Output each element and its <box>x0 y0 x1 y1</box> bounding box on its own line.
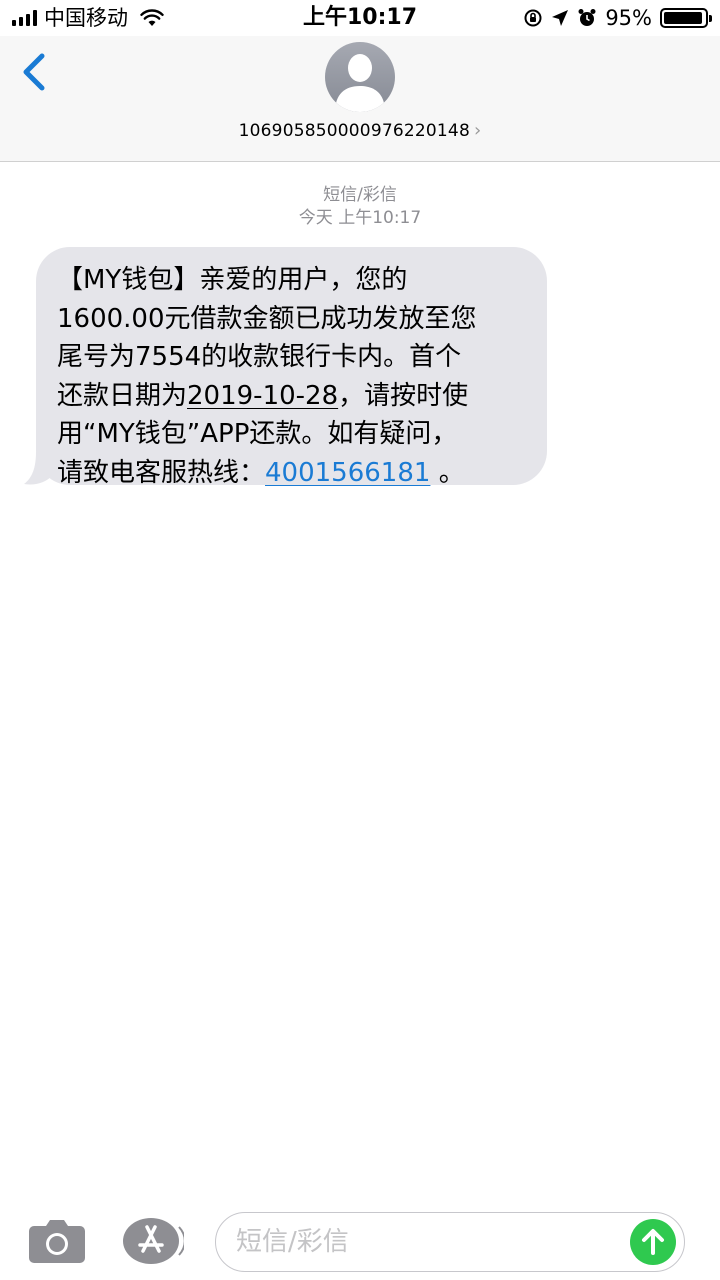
send-button[interactable] <box>630 1219 676 1265</box>
message-input[interactable]: 短信/彩信 <box>215 1212 685 1272</box>
conversation-header: 106905850000976220148 › <box>0 36 720 162</box>
message-text: 还款日期为 <box>57 380 188 411</box>
message-line: 还款日期为2019-10-28，请按时使 <box>57 377 527 416</box>
phone-number-link[interactable]: 4001566181 <box>265 458 430 488</box>
battery-percent: 95% <box>605 6 652 30</box>
contact-number-button[interactable]: 106905850000976220148 › <box>0 120 720 141</box>
app-store-icon[interactable] <box>122 1217 184 1265</box>
status-bar: 中国移动 上午10:17 95% <box>0 0 720 36</box>
alarm-clock-icon <box>578 9 596 26</box>
battery-icon <box>660 8 712 28</box>
chevron-left-icon[interactable] <box>14 50 54 94</box>
status-right: 95% <box>523 0 712 36</box>
message-line: 用“MY钱包”APP还款。如有疑问， <box>57 419 458 449</box>
message-type-label: 短信/彩信 <box>323 185 397 205</box>
location-arrow-icon <box>552 10 569 26</box>
message-line: 1600.00元借款金额已成功发放至您 <box>57 303 477 334</box>
camera-icon[interactable] <box>28 1218 86 1264</box>
message-text: 请致电客服热线： <box>57 457 266 488</box>
message-input-bar: 短信/彩信 <box>0 1200 720 1280</box>
orientation-lock-icon <box>524 9 542 27</box>
message-line: 【MY钱包】亲爱的用户，您的 <box>57 265 408 295</box>
date-link[interactable]: 2019-10-28 <box>187 381 338 411</box>
message-timestamp: 今天 上午10:17 <box>298 208 422 228</box>
contact-avatar[interactable] <box>325 42 395 112</box>
battery-level-fill <box>664 12 702 24</box>
message-line: 请致电客服热线：4001566181 。 <box>57 454 527 493</box>
contact-number: 106905850000976220148 <box>238 121 470 141</box>
message-text: 。 <box>430 457 465 488</box>
arrow-up-icon <box>642 1229 664 1255</box>
message-line: 尾号为7554的收款银行卡内。首个 <box>57 342 462 372</box>
chevron-right-icon: › <box>473 120 482 141</box>
message-text: ，请按时使 <box>338 380 469 411</box>
person-silhouette-icon <box>335 54 385 112</box>
thread-meta: 短信/彩信 今天 上午10:17 <box>0 184 720 230</box>
received-message-bubble[interactable]: 【MY钱包】亲爱的用户，您的 1600.00元借款金额已成功发放至您 尾号为75… <box>36 247 547 488</box>
